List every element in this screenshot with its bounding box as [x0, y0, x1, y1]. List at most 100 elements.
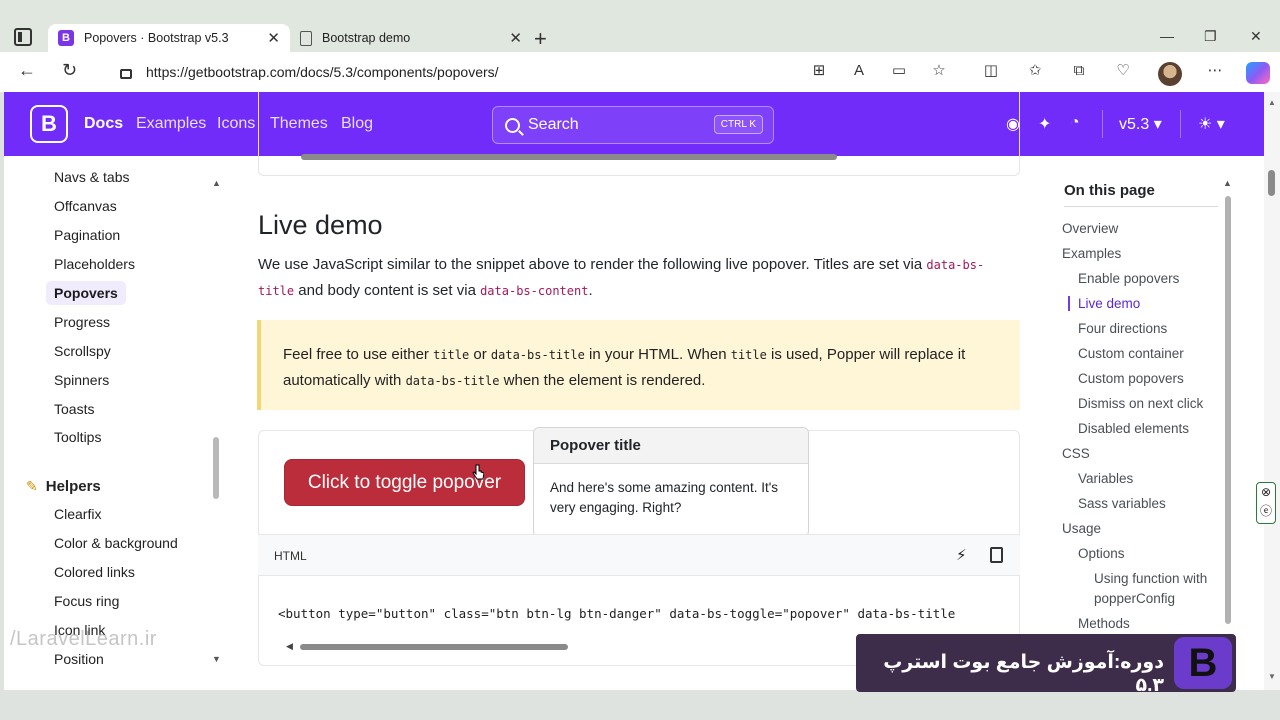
scroll-down-icon[interactable]: ▼: [1268, 672, 1276, 681]
sidebar-item-navs-tabs[interactable]: Navs & tabs: [54, 169, 129, 185]
scroll-up-icon[interactable]: ▲: [1268, 98, 1276, 107]
sidebar-item-clearfix[interactable]: Clearfix: [54, 506, 101, 522]
copy-clipboard-icon[interactable]: [990, 547, 1003, 563]
sidebar-scroll-up-icon[interactable]: ▲: [212, 178, 221, 188]
toc-item-usage[interactable]: Usage: [1062, 521, 1101, 536]
toc-item-custom-popovers[interactable]: Custom popovers: [1078, 371, 1184, 386]
toc-item-sass-variables[interactable]: Sass variables: [1078, 496, 1166, 511]
callout-text: in your HTML. When: [584, 346, 731, 363]
code-language-label: HTML: [274, 549, 307, 563]
callout-text: when the element is rendered.: [499, 372, 706, 389]
sidebar-item-pagination[interactable]: Pagination: [54, 227, 120, 243]
intro-paragraph: We use JavaScript similar to the snippet…: [258, 252, 1018, 304]
page-scrollbar[interactable]: ▲ ▼: [1264, 92, 1280, 690]
split-screen-icon[interactable]: ◫: [982, 62, 1000, 80]
read-aloud-icon[interactable]: A: [850, 62, 868, 80]
maximize-icon[interactable]: ❐: [1204, 28, 1217, 45]
sidebar-item-position[interactable]: Position: [54, 651, 104, 667]
sidebar-item-placeholders[interactable]: Placeholders: [54, 256, 135, 272]
toc-item-popperconfig[interactable]: popperConfig: [1094, 591, 1175, 606]
new-tab-icon[interactable]: +: [534, 26, 547, 52]
toc-item-css[interactable]: CSS: [1062, 446, 1090, 461]
scroll-thumb[interactable]: [1268, 170, 1275, 196]
close-tab-icon[interactable]: ✕: [509, 29, 522, 47]
toggle-popover-button[interactable]: Click to toggle popover: [284, 459, 525, 506]
section-heading: Live demo: [258, 210, 383, 240]
sidebar-item-tooltips[interactable]: Tooltips: [54, 429, 101, 445]
lock-icon: [120, 69, 132, 79]
favorite-star-icon[interactable]: ☆: [930, 62, 948, 80]
sidebar-item-color-background[interactable]: Color & background: [54, 535, 178, 551]
nav-docs[interactable]: Docs: [84, 115, 123, 133]
minimize-icon[interactable]: —: [1160, 28, 1174, 44]
code-scrollbar[interactable]: [301, 154, 837, 160]
bootstrap-banner-logo-icon: B: [1174, 637, 1232, 689]
inline-code: data-bs-title: [490, 348, 585, 362]
toc-item-disabled-elements[interactable]: Disabled elements: [1078, 421, 1189, 436]
toc-item-options[interactable]: Options: [1078, 546, 1125, 561]
toc-item-using-function[interactable]: Using function with: [1094, 571, 1207, 586]
twitter-icon[interactable]: ✦: [1038, 114, 1051, 134]
callout-text: or: [469, 346, 491, 363]
intro-text: and body content is set via: [294, 282, 481, 299]
nav-icons[interactable]: Icons: [217, 115, 255, 133]
floating-tool-panel: ⊗ ⓔ: [1256, 482, 1276, 524]
sidebar-item-offcanvas[interactable]: Offcanvas: [54, 198, 117, 214]
callout-warning: Feel free to use either title or data-bs…: [257, 320, 1020, 410]
sidebar-item-focus-ring[interactable]: Focus ring: [54, 593, 119, 609]
sidebar-item-spinners[interactable]: Spinners: [54, 372, 109, 388]
toc-scrollbar[interactable]: [1225, 196, 1231, 624]
collections-icon[interactable]: ⧉: [1070, 62, 1088, 80]
sidebar-item-popovers[interactable]: Popovers: [46, 281, 126, 305]
toc-item-live-demo[interactable]: Live demo: [1068, 296, 1140, 311]
tab-bootstrap-demo[interactable]: Bootstrap demo ✕: [290, 24, 532, 52]
code-snippet: <button type="button" class="btn btn-lg …: [278, 606, 956, 621]
sidebar-item-colored-links[interactable]: Colored links: [54, 564, 135, 580]
toc-item-four-directions[interactable]: Four directions: [1078, 321, 1167, 336]
theme-toggle-sun-icon[interactable]: ☀ ▾: [1198, 114, 1225, 134]
toc-item-examples[interactable]: Examples: [1062, 246, 1121, 261]
close-circle-icon[interactable]: ⊗: [1257, 483, 1275, 502]
favorites-icon[interactable]: ✩: [1026, 62, 1044, 80]
toc-item-custom-container[interactable]: Custom container: [1078, 346, 1184, 361]
watermark: /LaravelLearn.ir: [10, 628, 157, 650]
toc-divider: [1064, 206, 1218, 207]
sidebar-scroll-down-icon[interactable]: ▼: [212, 654, 221, 664]
page-favicon-icon: [300, 30, 312, 46]
version-dropdown[interactable]: v5.3 ▾: [1119, 114, 1162, 134]
tab-popovers[interactable]: B Popovers · Bootstrap v5.3 ✕: [48, 24, 290, 52]
immersive-reader-icon[interactable]: ▭: [890, 62, 908, 80]
sidebar-item-scrollspy[interactable]: Scrollspy: [54, 343, 111, 359]
toc-item-overview[interactable]: Overview: [1062, 221, 1118, 236]
url-text[interactable]: https://getbootstrap.com/docs/5.3/compon…: [146, 64, 499, 80]
toc-scroll-up-icon[interactable]: ▲: [1223, 178, 1232, 188]
apps-icon[interactable]: ⊞: [810, 62, 828, 80]
nav-examples[interactable]: Examples: [136, 115, 206, 133]
profile-avatar[interactable]: [1158, 62, 1182, 86]
edge-icon[interactable]: ⓔ: [1257, 502, 1275, 521]
sidebar-heading-helpers: ✎ Helpers: [26, 478, 101, 495]
address-bar[interactable]: https://getbootstrap.com/docs/5.3/compon…: [100, 57, 970, 87]
toc-item-enable-popovers[interactable]: Enable popovers: [1078, 271, 1179, 286]
more-menu-icon[interactable]: ⋯: [1206, 62, 1224, 80]
bootstrap-logo-icon[interactable]: B: [30, 105, 68, 143]
toc-item-methods[interactable]: Methods: [1078, 616, 1130, 631]
window-close-icon[interactable]: ✕: [1250, 28, 1262, 45]
sidebar-item-progress[interactable]: Progress: [54, 314, 110, 330]
close-tab-icon[interactable]: ✕: [267, 29, 280, 47]
bootstrap-favicon-icon: B: [58, 30, 74, 46]
refresh-icon[interactable]: ↻: [62, 60, 77, 81]
copilot-icon[interactable]: [1246, 62, 1270, 84]
back-arrow-icon[interactable]: ←: [18, 60, 36, 81]
toc-item-dismiss-next-click[interactable]: Dismiss on next click: [1078, 396, 1203, 411]
tab-actions-icon[interactable]: [14, 28, 32, 46]
browser-essentials-icon[interactable]: ♡: [1114, 62, 1132, 80]
code-scrollbar[interactable]: [300, 644, 568, 650]
edit-stackblitz-icon[interactable]: ⚡: [956, 546, 967, 564]
sidebar-scrollbar[interactable]: [213, 437, 219, 499]
sidebar-item-toasts[interactable]: Toasts: [54, 401, 94, 417]
inline-code: title: [730, 348, 767, 362]
code-scroll-left-icon[interactable]: ◀: [286, 641, 293, 652]
opencollective-icon[interactable]: ◔: [1070, 114, 1080, 132]
toc-item-variables[interactable]: Variables: [1078, 471, 1133, 486]
